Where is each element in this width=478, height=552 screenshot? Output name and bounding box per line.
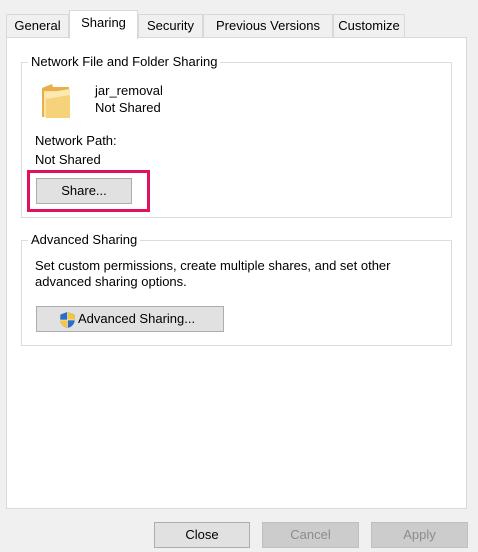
folder-icon	[42, 84, 70, 118]
sharing-tab-page: Network File and Folder Sharing jar_remo…	[6, 37, 467, 509]
close-button[interactable]: Close	[154, 522, 250, 548]
tab-general[interactable]: General	[6, 14, 69, 38]
network-path-value: Not Shared	[35, 152, 101, 167]
share-button-highlight	[27, 170, 150, 212]
tab-security[interactable]: Security	[138, 14, 203, 38]
tab-sharing[interactable]: Sharing	[69, 10, 138, 39]
tab-customize[interactable]: Customize	[333, 14, 405, 38]
apply-button[interactable]: Apply	[371, 522, 468, 548]
properties-dialog: General Sharing Security Previous Versio…	[0, 0, 478, 552]
advanced-sharing-group-title: Advanced Sharing	[28, 232, 141, 248]
folder-name: jar_removal	[95, 83, 163, 98]
advanced-sharing-button[interactable]: Advanced Sharing...	[36, 306, 224, 332]
advanced-sharing-description-line1: Set custom permissions, create multiple …	[35, 258, 391, 273]
folder-share-status: Not Shared	[95, 100, 161, 115]
uac-shield-icon	[60, 311, 75, 328]
network-sharing-group-title: Network File and Folder Sharing	[28, 54, 221, 70]
tab-previous-versions[interactable]: Previous Versions	[203, 14, 333, 38]
cancel-button[interactable]: Cancel	[262, 522, 359, 548]
advanced-sharing-description-line2: advanced sharing options.	[35, 274, 187, 289]
network-path-label: Network Path:	[35, 133, 117, 148]
advanced-sharing-button-label: Advanced Sharing...	[78, 311, 196, 326]
